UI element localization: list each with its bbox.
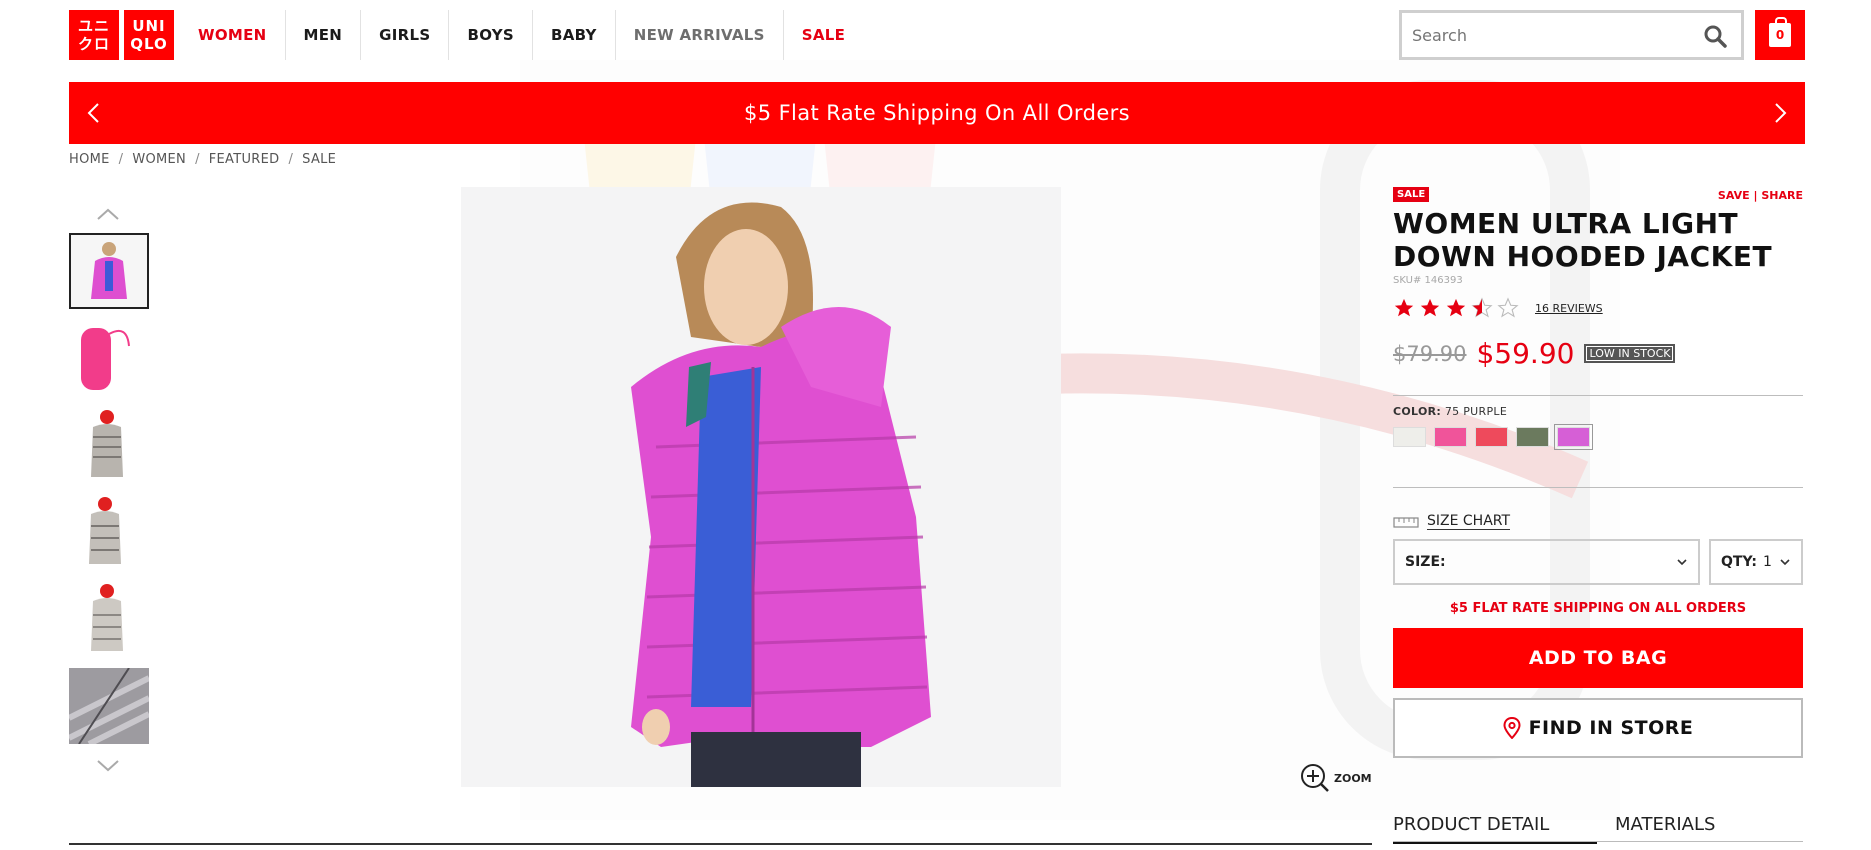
promo-banner: $5 Flat Rate Shipping On All Orders	[69, 82, 1805, 144]
size-select[interactable]: SIZE:	[1393, 539, 1700, 585]
thumbnail-model-grey-back[interactable]	[69, 581, 149, 657]
tab-materials[interactable]: MATERIALS	[1615, 814, 1715, 844]
original-price: $79.90	[1393, 341, 1467, 366]
star-empty-icon	[1497, 297, 1519, 318]
breadcrumb-home[interactable]: HOME	[69, 152, 110, 167]
quantity-select[interactable]: QTY: 1	[1709, 539, 1803, 585]
breadcrumb-sale[interactable]: SALE	[302, 152, 336, 167]
swatch-olive[interactable]	[1516, 427, 1549, 447]
breadcrumb-women[interactable]: WOMEN	[132, 152, 186, 167]
nav-item-boys[interactable]: BOYS	[449, 10, 533, 60]
logo-latin-text: UNI QLO	[130, 17, 168, 53]
sale-price: $59.90	[1476, 337, 1575, 370]
tab-product-detail[interactable]: PRODUCT DETAIL	[1393, 814, 1597, 844]
grey-jacket-side-image	[69, 494, 149, 570]
zoom-in-icon	[1301, 764, 1329, 792]
swatch-off-white[interactable]	[1393, 427, 1426, 447]
logo-latin-box: UNI QLO	[124, 10, 174, 60]
model-wearing-jacket-image	[461, 187, 1061, 787]
divider	[1393, 487, 1803, 488]
swatch-red[interactable]	[1475, 427, 1508, 447]
shipping-note: $5 FLAT RATE SHIPPING ON ALL ORDERS	[1449, 601, 1747, 616]
swatch-purple[interactable]	[1554, 424, 1593, 450]
product-tabs: PRODUCT DETAIL MATERIALS	[1393, 814, 1803, 844]
star-half-icon	[1471, 297, 1493, 318]
save-share-links: SAVE | SHARE	[1718, 189, 1803, 202]
chevron-up-icon[interactable]	[95, 206, 121, 222]
nav-item-sale[interactable]: SALE	[784, 10, 863, 60]
section-divider	[69, 843, 1372, 845]
promo-banner-text: $5 Flat Rate Shipping On All Orders	[743, 101, 1131, 125]
shopping-bag-button[interactable]: 0	[1755, 10, 1805, 60]
save-link[interactable]: SAVE	[1718, 189, 1750, 202]
thumbnail-fabric-detail[interactable]	[69, 668, 149, 744]
color-swatches	[1393, 424, 1593, 450]
product-title: WOMEN ULTRA LIGHT DOWN HOODED JACKET	[1393, 207, 1773, 273]
bag-count-badge: 0	[1769, 17, 1791, 47]
thumbnail-front-view[interactable]	[69, 233, 149, 309]
chevron-down-icon[interactable]	[95, 758, 121, 774]
chevron-left-icon[interactable]	[81, 100, 107, 126]
price-row: $79.90 $59.90 LOW IN STOCK	[1393, 337, 1676, 370]
uniqlo-logo[interactable]: ユニ クロ UNI QLO	[69, 10, 174, 60]
breadcrumb-separator: /	[195, 152, 200, 167]
add-to-bag-button[interactable]: ADD TO BAG	[1393, 628, 1803, 688]
color-label: COLOR: 75 PURPLE	[1393, 405, 1508, 418]
thumbnail-list	[69, 233, 151, 755]
breadcrumb-featured[interactable]: FEATURED	[209, 152, 280, 167]
main-navigation: WOMEN MEN GIRLS BOYS BABY NEW ARRIVALS S…	[180, 10, 863, 60]
qty-select-value: 1	[1762, 554, 1772, 570]
qty-select-label: QTY:	[1721, 554, 1757, 570]
grey-jacket-image	[69, 407, 149, 483]
search-input[interactable]	[1402, 13, 1692, 57]
fabric-detail-image	[69, 668, 149, 744]
thumbnail-model-grey-front[interactable]	[69, 407, 149, 483]
nav-item-women[interactable]: WOMEN	[180, 10, 286, 60]
chevron-down-icon	[1677, 559, 1687, 566]
chevron-down-icon	[1780, 559, 1790, 566]
search-box	[1399, 10, 1744, 60]
swatch-pink[interactable]	[1434, 427, 1467, 447]
nav-item-new-arrivals[interactable]: NEW ARRIVALS	[616, 10, 784, 60]
thumbnail-pouch-view[interactable]	[69, 320, 149, 396]
stock-status-badge: LOW IN STOCK	[1584, 344, 1676, 363]
star-full-icon	[1394, 298, 1414, 317]
thumbnail-model-grey-side[interactable]	[69, 494, 149, 570]
ruler-icon	[1393, 516, 1419, 528]
selected-color-value: 75 PURPLE	[1444, 405, 1508, 418]
location-pin-icon	[1503, 717, 1521, 739]
size-select-label: SIZE:	[1405, 554, 1446, 570]
jacket-pouch-image	[69, 320, 149, 396]
save-share-separator: |	[1753, 189, 1758, 202]
star-rating: 16 REVIEWS	[1393, 297, 1603, 319]
breadcrumb-separator: /	[288, 152, 294, 167]
chevron-right-icon[interactable]	[1767, 100, 1793, 126]
share-link[interactable]: SHARE	[1761, 189, 1803, 202]
size-chart-link[interactable]: SIZE CHART	[1393, 513, 1511, 530]
product-sku: SKU# 146393	[1393, 275, 1463, 286]
zoom-label: ZOOM	[1334, 771, 1372, 785]
grey-jacket-back-image	[69, 581, 149, 657]
zoom-button[interactable]: ZOOM	[1300, 763, 1372, 793]
jacket-front-image	[71, 235, 147, 307]
sale-badge: SALE	[1393, 187, 1430, 202]
reviews-link[interactable]: 16 REVIEWS	[1535, 302, 1603, 315]
main-product-image[interactable]	[461, 187, 1061, 787]
find-in-store-button[interactable]: FIND IN STORE	[1393, 698, 1803, 758]
star-full-icon	[1420, 298, 1440, 317]
tabs-underline	[1393, 841, 1803, 842]
find-in-store-label: FIND IN STORE	[1528, 717, 1694, 739]
nav-item-girls[interactable]: GIRLS	[361, 10, 450, 60]
logo-katakana-text: ユニ クロ	[77, 17, 110, 53]
size-chart-label: SIZE CHART	[1427, 513, 1511, 530]
divider	[1393, 395, 1803, 396]
breadcrumb-separator: /	[118, 152, 124, 167]
nav-item-men[interactable]: MEN	[286, 10, 362, 60]
logo-katakana-box: ユニ クロ	[69, 10, 119, 60]
nav-item-baby[interactable]: BABY	[533, 10, 616, 60]
search-icon[interactable]	[1703, 24, 1727, 48]
breadcrumb: HOME / WOMEN / FEATURED / SALE	[69, 152, 336, 167]
star-full-icon	[1446, 298, 1466, 317]
